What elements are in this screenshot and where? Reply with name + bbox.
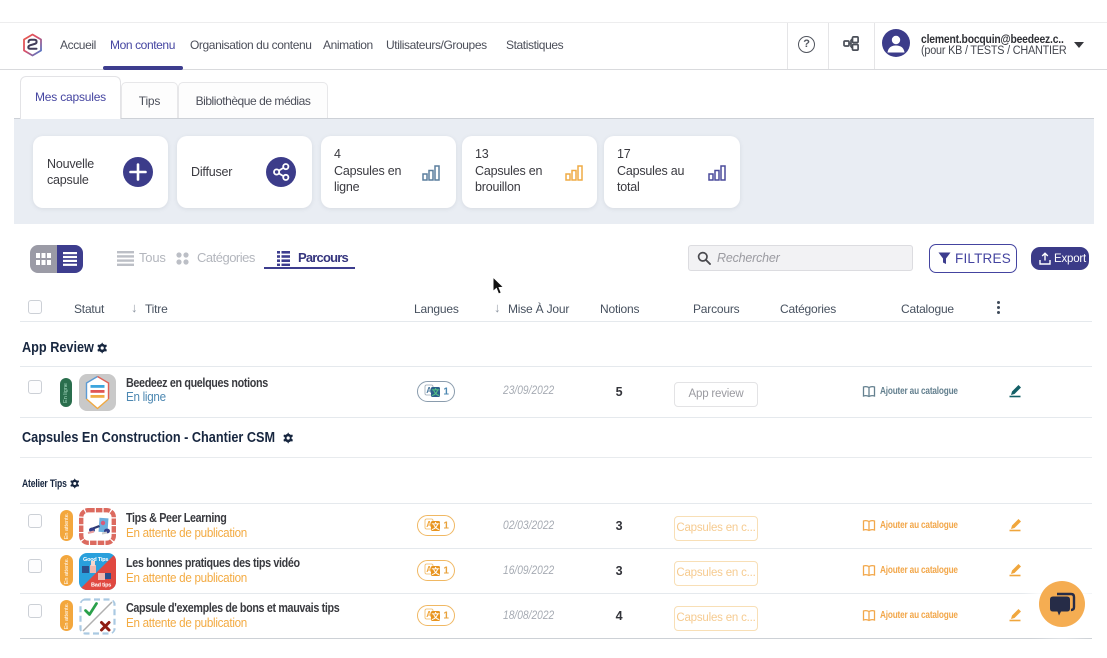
svg-text:Bad tips: Bad tips — [91, 583, 111, 589]
svg-text:1: 1 — [443, 387, 449, 398]
svg-text:1: 1 — [443, 521, 449, 532]
svg-text:文: 文 — [432, 611, 441, 621]
svg-text:文: 文 — [432, 387, 441, 397]
svg-text:文: 文 — [432, 521, 441, 531]
svg-text:1: 1 — [443, 566, 449, 577]
svg-text:Good Tips: Good Tips — [83, 557, 108, 563]
svg-text:文: 文 — [432, 566, 441, 576]
svg-text:1: 1 — [443, 611, 449, 622]
